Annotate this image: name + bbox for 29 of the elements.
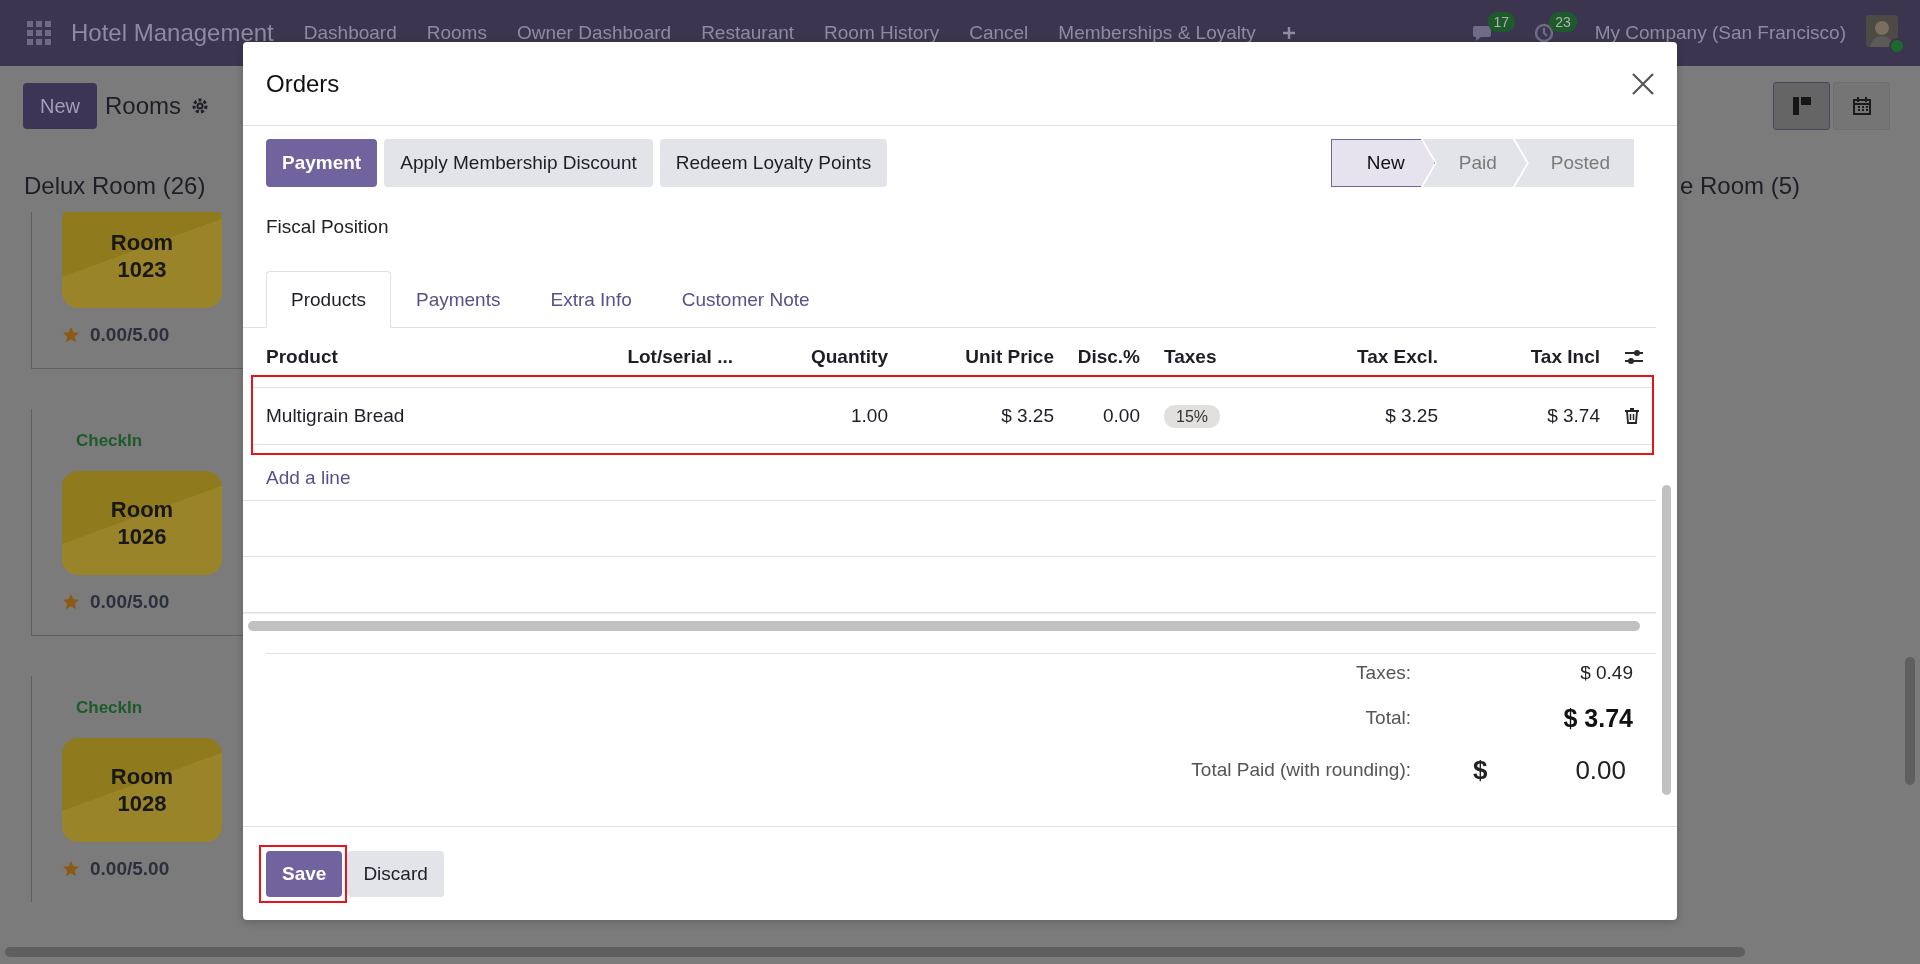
total-value: $ 3.74 xyxy=(1563,703,1633,732)
total-label: Taxes: xyxy=(1355,661,1411,685)
table-cell-text: $ 3.74 xyxy=(1546,405,1601,427)
table-cell-text: Multigrain Bread xyxy=(266,405,406,427)
dialog-title: Orders xyxy=(266,69,340,98)
room-number: Room 1026 xyxy=(110,496,174,550)
table-cell-text: 1.00 xyxy=(850,405,889,427)
status-label: CheckIn xyxy=(76,431,144,451)
rating-text: 0.00/5.00 xyxy=(90,591,170,613)
column-title: Delux Room (26) xyxy=(24,172,206,201)
room-number: Room 1023 xyxy=(110,229,174,283)
table-cell-text: $ 3.25 xyxy=(1384,405,1439,427)
status-label: CheckIn xyxy=(76,698,144,718)
tax-tag: 15% xyxy=(1164,405,1221,428)
table-cell-text: 0.00 xyxy=(1102,405,1141,427)
total-value: 0.00 xyxy=(1575,754,1626,786)
total-label: Total Paid (with rounding): xyxy=(1190,758,1411,782)
total-value: $ 0.49 xyxy=(1580,662,1633,683)
counter-badge: 23 xyxy=(1549,12,1577,32)
page-title: Rooms xyxy=(105,92,182,120)
total-label: Total: xyxy=(1364,706,1411,730)
rating-text: 0.00/5.00 xyxy=(90,324,170,346)
currency-symbol: $ xyxy=(1473,754,1488,786)
rating-text: 0.00/5.00 xyxy=(90,858,170,880)
table-cell-text: $ 3.25 xyxy=(1000,405,1055,427)
field-label: Fiscal Position xyxy=(265,215,390,239)
counter-badge: 17 xyxy=(1487,12,1516,32)
room-number: Room 1028 xyxy=(110,763,174,817)
column-title: e Room (5) xyxy=(1680,172,1801,201)
